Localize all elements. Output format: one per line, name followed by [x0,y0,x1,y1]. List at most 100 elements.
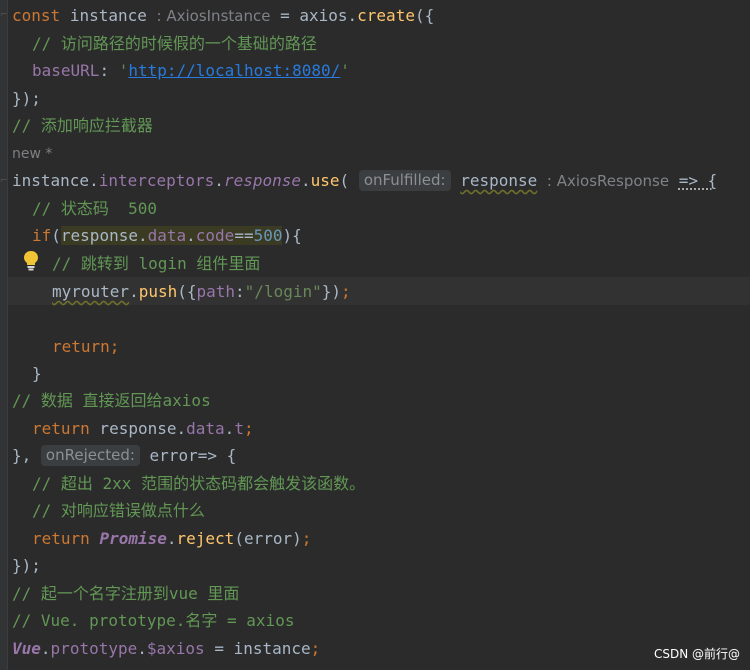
property: t [234,419,244,438]
code-line-23[interactable]: Vue.prototype.$axios = instance; [12,635,320,662]
punct: }, [12,446,32,465]
code-editor[interactable]: const instance : AxiosInstance = axios.c… [0,0,750,670]
comment: // 起一个名字注册到vue 里面 [12,584,240,603]
code-line-1[interactable]: const instance : AxiosInstance = axios.c… [12,2,434,29]
property: interceptors [98,171,215,190]
punct: . [89,171,99,190]
property: data [186,419,225,438]
arrow-brace: => { [678,171,718,190]
property: response [223,171,301,190]
punct: . [224,419,235,438]
comment: // 添加响应拦截器 [12,116,153,135]
semicolon: ; [301,529,312,548]
method: create [357,6,415,25]
watermark: CSDN @前行@ [653,647,740,661]
class-name: Vue [12,639,41,658]
url-link[interactable]: http://localhost:8080/ [128,61,340,80]
lightbulb-icon[interactable] [22,250,40,272]
param-hint: onFulfilled: [358,170,451,191]
property: code [195,226,235,245]
semicolon: ; [243,419,254,438]
type-hint: : AxiosResponse [546,172,670,190]
punct: }); [12,556,41,575]
identifier: myrouter [52,282,130,301]
punct: . [347,6,358,25]
punct: ( [339,171,359,190]
code-line-7[interactable]: // 状态码 500 [32,195,157,222]
code-line-18[interactable]: // 对响应错误做点什么 [32,497,205,524]
punct: . [176,419,187,438]
punct: . [40,639,51,658]
comment: // 数据 直接返回给axios [12,391,211,410]
string-quote: ' [118,61,129,80]
property: prototype [50,639,138,658]
string: "/login" [244,282,322,301]
identifier: response [60,226,138,245]
identifier: axios [299,6,348,25]
code-line-16[interactable]: }, onRejected: error=> { [12,442,236,469]
punct: ){ [282,226,302,245]
punct: : [235,282,245,301]
punct: ( [51,226,61,245]
highlighted-expression: response.data.code==500 [60,226,283,245]
punct: }) [321,282,341,301]
identifier: instance [12,171,90,190]
fold-marker-icon[interactable]: ⌐ [0,176,8,186]
comment: // 状态码 500 [32,199,158,218]
comment: // 对响应错误做点什么 [32,501,205,520]
code-line-14[interactable]: // 数据 直接返回给axios [12,387,211,414]
punct: . [137,639,147,658]
code-line-22[interactable]: // Vue. prototype.名字 = axios [12,607,294,634]
keyword-return: return [32,529,90,548]
comment: // 超出 2xx 范围的状态码都会触发该函数。 [32,474,366,493]
identifier: instance [69,6,147,25]
code-line-19[interactable]: return Promise.reject(error); [32,525,311,552]
code-line-17[interactable]: // 超出 2xx 范围的状态码都会触发该函数。 [32,470,365,497]
semicolon: ; [109,337,120,356]
code-line-4[interactable]: }); [12,85,41,112]
punct: . [166,529,177,548]
fold-marker-icon[interactable]: ⌐ [0,10,8,20]
punct: } [32,364,42,383]
code-line-10[interactable]: myrouter.push({path:"/login"}); [52,278,351,305]
identifier: response [89,419,177,438]
usages-hint[interactable]: new * [12,142,52,166]
operator: = [270,6,300,25]
code-line-2[interactable]: // 访问路径的时候假的一个基础的路径 [32,30,317,57]
comment: // 跳转到 login 组件里面 [52,254,261,273]
punct: ({ [414,6,435,25]
assignment: = instance [204,639,311,658]
code-line-9[interactable]: // 跳转到 login 组件里面 [52,250,260,277]
punct: . [137,226,148,245]
arguments: (error) [234,529,302,548]
punct: . [301,171,311,190]
keyword-if: if [32,226,52,245]
punct: . [214,171,224,190]
method: use [310,171,340,190]
type-hint: : AxiosInstance [156,7,271,25]
code-line-21[interactable]: // 起一个名字注册到vue 里面 [12,580,239,607]
punct: ({ [177,282,197,301]
keyword-const: const [12,6,61,25]
punct: : [99,61,119,80]
code-line-8[interactable]: if(response.data.code==500){ [32,222,302,249]
keyword-return: return [32,419,90,438]
property-key: baseURL [32,61,100,80]
code-line-6[interactable]: instance.interceptors.response.use( onFu… [12,167,717,194]
number: 500 [253,226,283,245]
class-name: Promise [99,529,167,548]
code-line-12[interactable]: return; [52,333,119,360]
code-line-3[interactable]: baseURL: 'http://localhost:8080/' [32,57,350,84]
code-line-13[interactable]: } [32,360,42,387]
operator: == [234,226,254,245]
property: $axios [146,639,205,658]
method: push [138,282,178,301]
code-line-5[interactable]: // 添加响应拦截器 [12,112,153,139]
comment: // Vue. prototype.名字 = axios [12,611,295,630]
code-line-20[interactable]: }); [12,552,41,579]
string-quote: ' [340,61,350,80]
parameter: response [460,171,538,190]
property: data [147,226,187,245]
param-hint: onRejected: [40,445,140,466]
code-line-15[interactable]: return response.data.t; [32,415,254,442]
